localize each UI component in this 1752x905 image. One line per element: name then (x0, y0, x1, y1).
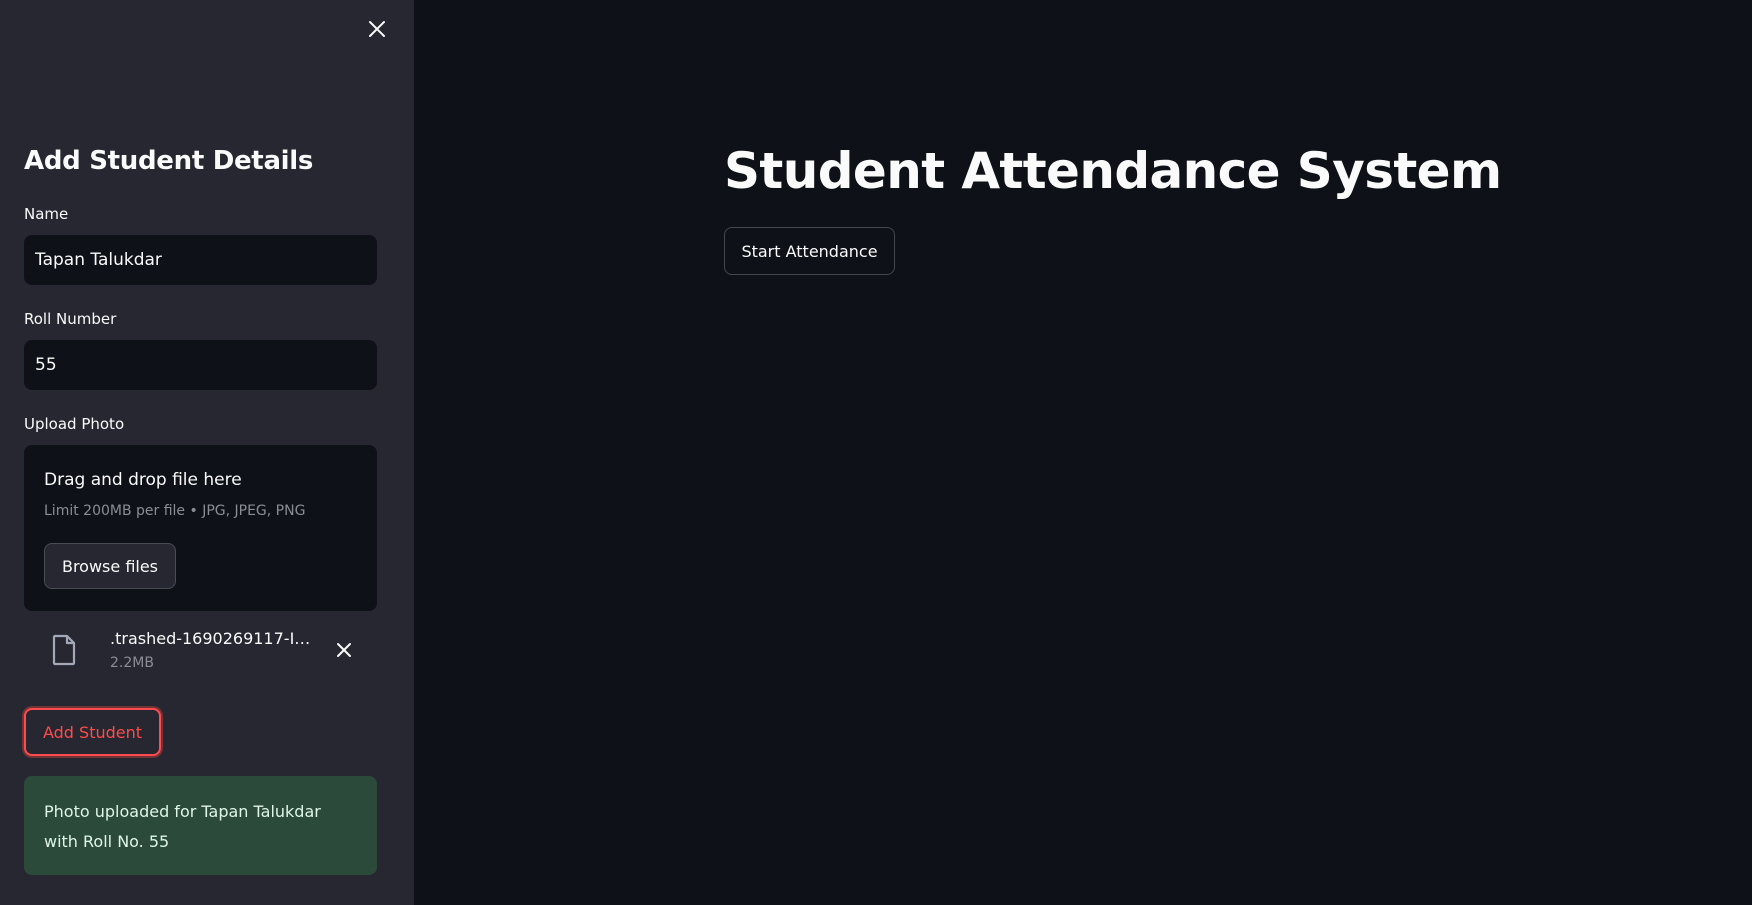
browse-files-button[interactable]: Browse files (44, 543, 176, 589)
dropzone-title: Drag and drop file here (44, 470, 242, 490)
start-attendance-button[interactable]: Start Attendance (724, 227, 895, 275)
page-title: Student Attendance System (724, 142, 1502, 200)
name-input[interactable] (24, 235, 377, 285)
sidebar: Add Student Details Name Roll Number Upl… (0, 0, 414, 905)
sidebar-title: Add Student Details (24, 146, 314, 176)
app-root: Add Student Details Name Roll Number Upl… (0, 0, 1752, 905)
uploaded-file-item: .trashed-1690269117-IM… 2.2MB (24, 626, 377, 676)
remove-file-button[interactable] (332, 638, 356, 662)
sidebar-close-button[interactable] (364, 16, 390, 42)
name-label: Name (24, 205, 69, 223)
add-student-button[interactable]: Add Student (24, 708, 161, 756)
success-alert: Photo uploaded for Tapan Talukdar with R… (24, 776, 377, 875)
close-icon (337, 643, 351, 657)
close-icon (369, 21, 385, 37)
file-icon (52, 634, 76, 666)
uploaded-file-size: 2.2MB (110, 655, 154, 671)
roll-number-input[interactable] (24, 340, 377, 390)
roll-number-label: Roll Number (24, 310, 117, 328)
dropzone-limit-text: Limit 200MB per file • JPG, JPEG, PNG (44, 503, 306, 519)
file-dropzone[interactable]: Drag and drop file here Limit 200MB per … (24, 445, 377, 611)
upload-photo-label: Upload Photo (24, 415, 125, 433)
uploaded-file-name: .trashed-1690269117-IM… (110, 629, 320, 648)
